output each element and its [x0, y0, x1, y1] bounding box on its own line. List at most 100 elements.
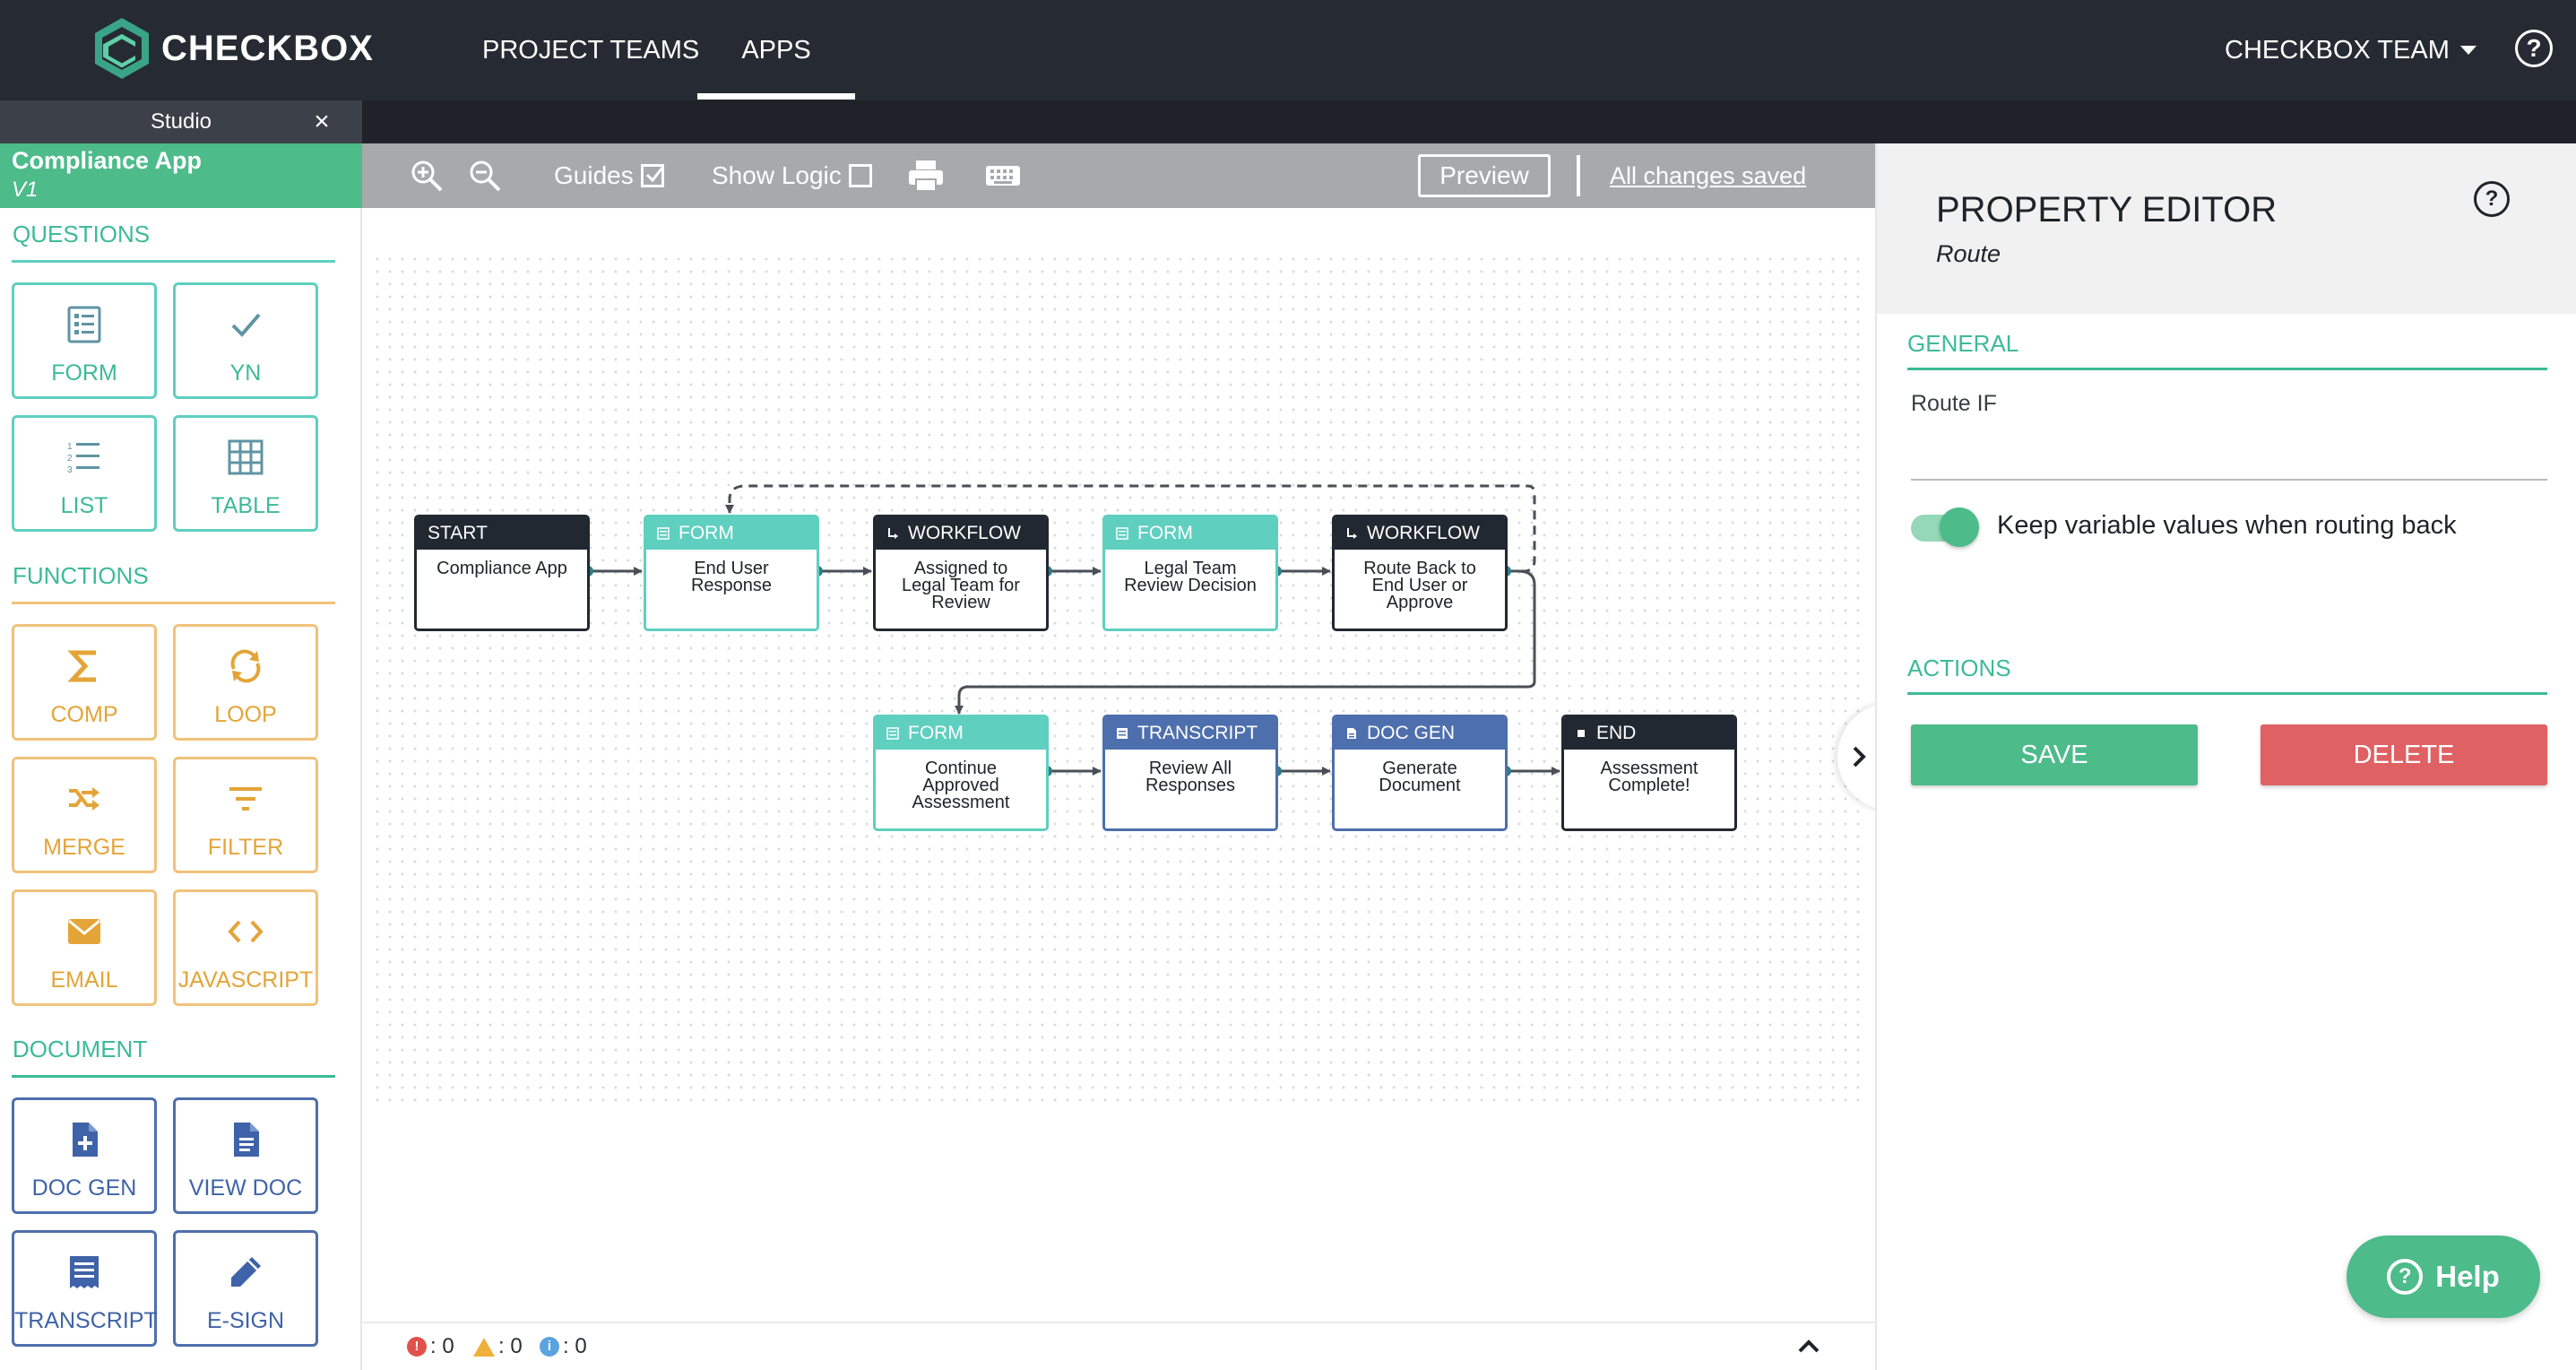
flow-node-doc-gen[interactable]: DOC GEN Generate Document — [1332, 715, 1508, 831]
tile-form[interactable]: FORM — [12, 282, 157, 399]
tile-filter[interactable]: FILTER — [173, 757, 318, 873]
info-count-value: : 0 — [563, 1334, 587, 1358]
nav-link-apps[interactable]: APPS — [697, 0, 855, 100]
flow-node-workflow[interactable]: WORKFLOW Assigned to Legal Team for Revi… — [873, 515, 1049, 631]
tile-label: COMP — [50, 702, 118, 727]
tile-e-sign[interactable]: E-SIGN — [173, 1230, 318, 1347]
flow-node-workflow[interactable]: WORKFLOW Route Back to End User or Appro… — [1332, 515, 1508, 631]
route-if-field[interactable] — [1911, 418, 2547, 481]
tile-yn[interactable]: YN — [173, 282, 318, 399]
show-logic-label: Show Logic — [712, 161, 842, 189]
show-logic-checkbox[interactable] — [848, 164, 872, 187]
stop-icon — [1578, 730, 1585, 737]
node-type: TRANSCRIPT — [1137, 723, 1258, 743]
section-divider — [12, 1075, 335, 1078]
svg-text:2: 2 — [67, 454, 73, 464]
tile-javascript[interactable]: JAVASCRIPT — [173, 889, 318, 1006]
flow-node-transcript[interactable]: TRANSCRIPT Review All Responses — [1102, 715, 1278, 831]
guides-checkbox[interactable] — [640, 164, 664, 187]
flow-node-start[interactable]: START Compliance App — [414, 515, 590, 631]
save-button[interactable]: SAVE — [1911, 724, 2198, 785]
workflow-canvas[interactable]: START Compliance App FORM End User Respo… — [362, 208, 1875, 1322]
help-button[interactable]: ? Help — [2347, 1236, 2540, 1318]
flow-node-form[interactable]: FORM Continue Approved Assessment — [873, 715, 1049, 831]
help-button-label: Help — [2435, 1260, 2500, 1293]
tile-table[interactable]: TABLE — [173, 415, 318, 532]
node-text: Assessment Complete! — [1600, 759, 1699, 795]
flow-node-form[interactable]: FORM Legal Team Review Decision — [1102, 515, 1278, 631]
zoom-in-icon — [411, 160, 443, 192]
node-text: Route Back to End User or Approve — [1363, 559, 1476, 612]
error-count[interactable]: ! : 0 — [407, 1334, 454, 1359]
toggle-knob[interactable] — [1940, 507, 1979, 547]
transcript-icon — [70, 1256, 99, 1288]
tile-label: TRANSCRIPT — [14, 1308, 158, 1333]
tile-label: E-SIGN — [206, 1308, 285, 1333]
warning-icon — [473, 1337, 495, 1357]
tile-label: FILTER — [207, 835, 284, 860]
tile-comp[interactable]: COMP — [12, 624, 157, 741]
tile-doc-gen[interactable]: DOC GEN — [12, 1097, 157, 1214]
zoom-out-button[interactable] — [467, 143, 503, 208]
brand-logo[interactable]: CHECKBOX — [91, 16, 374, 81]
tile-view-doc[interactable]: VIEW DOC — [173, 1097, 318, 1214]
tile-label: JAVASCRIPT — [177, 967, 314, 993]
chevron-up-icon[interactable] — [1794, 1332, 1823, 1361]
node-text: Compliance App — [437, 559, 567, 578]
tile-label: TABLE — [211, 493, 281, 518]
chevron-right-icon[interactable] — [1843, 741, 1875, 773]
print-button[interactable] — [907, 143, 945, 208]
form-icon — [657, 527, 670, 540]
doc-gen-icon — [1347, 728, 1356, 739]
property-editor-header: PROPERTY EDITOR Route ? — [1877, 143, 2576, 314]
help-circle-icon[interactable]: ? — [2515, 30, 2553, 67]
section-title-functions: FUNCTIONS — [13, 562, 149, 589]
checkbox-logo-icon — [95, 18, 149, 79]
help-circle-icon[interactable]: ? — [2474, 181, 2510, 217]
list-icon: 1 23 — [67, 442, 99, 475]
tile-loop[interactable]: LOOP — [173, 624, 318, 741]
flow-node-form[interactable]: FORM End User Response — [644, 515, 819, 631]
keyboard-icon — [986, 166, 1020, 186]
workflow-icon — [1347, 528, 1357, 539]
delete-button[interactable]: DELETE — [2260, 724, 2547, 785]
preview-button[interactable]: Preview — [1418, 154, 1551, 197]
flow-node-end[interactable]: END Assessment Complete! — [1561, 715, 1737, 831]
tile-transcript[interactable]: TRANSCRIPT — [12, 1230, 158, 1347]
merge-icon — [69, 787, 99, 811]
team-dropdown[interactable]: CHECKBOX TEAM — [2225, 0, 2477, 100]
info-icon: i — [540, 1337, 559, 1357]
info-count[interactable]: i : 0 — [540, 1334, 587, 1359]
tile-email[interactable]: EMAIL — [12, 889, 157, 1006]
tile-merge[interactable]: MERGE — [12, 757, 157, 873]
canvas-toolbar: Guides Show Logic Preview All changes sa… — [362, 143, 1875, 208]
view-doc-icon — [234, 1123, 259, 1157]
section-title-questions: QUESTIONS — [13, 221, 151, 247]
nav-link-project-teams[interactable]: PROJECT TEAMS — [482, 0, 699, 100]
warning-count[interactable]: : 0 — [473, 1334, 523, 1359]
close-icon[interactable]: × — [308, 100, 335, 143]
brand-name: CHECKBOX — [161, 28, 374, 68]
team-name: CHECKBOX TEAM — [2225, 36, 2450, 65]
transcript-icon — [1117, 728, 1128, 739]
section-title-actions: ACTIONS — [1907, 655, 2011, 681]
print-icon — [909, 160, 943, 192]
node-type: FORM — [679, 523, 734, 543]
filter-icon — [229, 787, 262, 811]
node-type: DOC GEN — [1367, 723, 1456, 743]
zoom-in-button[interactable] — [409, 143, 445, 208]
node-type: WORKFLOW — [908, 523, 1021, 543]
help-circle-icon: ? — [2387, 1259, 2424, 1295]
tile-label: LOOP — [214, 702, 277, 727]
keyboard-button[interactable] — [984, 143, 1022, 208]
email-icon — [68, 919, 100, 944]
node-type: FORM — [908, 723, 964, 743]
form-icon — [67, 306, 101, 343]
show-logic-toggle[interactable]: Show Logic — [712, 143, 872, 208]
save-status-link[interactable]: All changes saved — [1610, 143, 1806, 208]
app-header: Compliance App V1 — [0, 143, 362, 208]
tile-list[interactable]: 1 23 LIST — [12, 415, 157, 532]
loop-icon — [230, 649, 261, 683]
form-icon — [1116, 527, 1128, 540]
guides-toggle[interactable]: Guides — [554, 143, 664, 208]
